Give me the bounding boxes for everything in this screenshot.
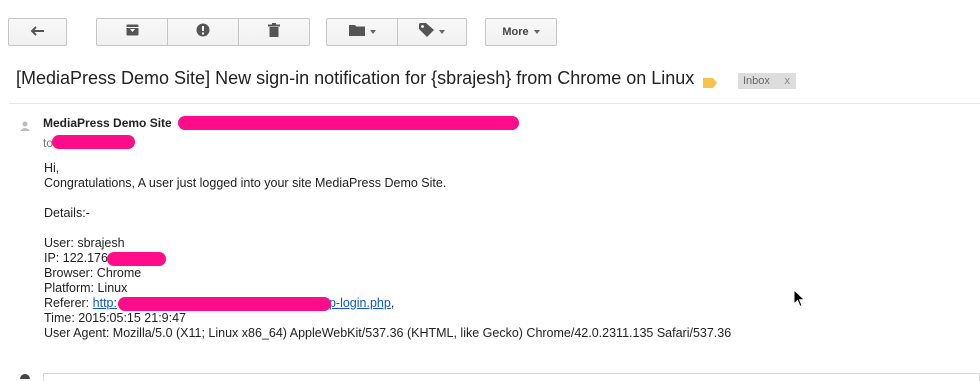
- reply-box[interactable]: [43, 373, 980, 381]
- important-label-icon[interactable]: [703, 75, 717, 93]
- chevron-down-icon: [369, 30, 376, 34]
- chevron-down-icon: [439, 30, 445, 34]
- user-line: User: sbrajesh: [44, 236, 125, 250]
- referer-link-end[interactable]: p-login.php: [329, 296, 391, 310]
- more-label: More: [502, 26, 529, 38]
- chevron-down-icon: [533, 30, 540, 34]
- trash-icon: [268, 22, 280, 42]
- inbox-label-chip: Inbox x: [738, 73, 796, 89]
- tag-icon: [419, 22, 434, 42]
- reply-button[interactable]: [8, 18, 67, 46]
- header-divider: [9, 103, 980, 104]
- sender-avatar-icon: [20, 118, 30, 136]
- referer-prefix: Referer:: [44, 296, 93, 310]
- mouse-pointer-icon: [793, 288, 806, 313]
- move-to-button[interactable]: [326, 18, 398, 46]
- redacted-sender-email: [178, 116, 519, 130]
- more-button[interactable]: More: [485, 18, 557, 46]
- redacted-recipient: [52, 135, 135, 149]
- action-button-group: [96, 18, 310, 46]
- referer-suffix: ,: [390, 296, 395, 310]
- reply-icon: [30, 23, 45, 41]
- ip-line: IP: 122.176: [44, 251, 108, 265]
- email-subject: [MediaPress Demo Site] New sign-in notif…: [16, 68, 695, 88]
- redacted-referer: [118, 297, 331, 311]
- archive-icon: [126, 23, 139, 41]
- time-line: Time: 2015:05:15 21:9:47: [44, 311, 186, 325]
- folder-icon: [348, 23, 365, 41]
- reply-avatar-icon: [20, 374, 30, 379]
- labels-button[interactable]: [397, 18, 467, 46]
- delete-button[interactable]: [238, 18, 310, 46]
- details-heading: Details:-: [44, 206, 90, 220]
- browser-line: Browser: Chrome: [44, 266, 142, 280]
- user-agent-line: User Agent: Mozilla/5.0 (X11; Linux x86_…: [44, 326, 732, 340]
- report-spam-icon: [196, 23, 210, 42]
- archive-button[interactable]: [96, 18, 168, 46]
- intro-text: Congratulations, A user just logged into…: [44, 176, 447, 190]
- greeting: Hi,: [44, 161, 60, 175]
- inbox-label-text: Inbox: [743, 75, 770, 87]
- platform-line: Platform: Linux: [44, 281, 128, 295]
- remove-label-button[interactable]: x: [785, 75, 791, 87]
- move-label-group: [326, 18, 467, 46]
- sender-name[interactable]: MediaPress Demo Site: [43, 116, 172, 130]
- report-spam-button[interactable]: [167, 18, 239, 46]
- referer-link[interactable]: http:: [93, 296, 117, 310]
- redacted-ip: [107, 252, 166, 266]
